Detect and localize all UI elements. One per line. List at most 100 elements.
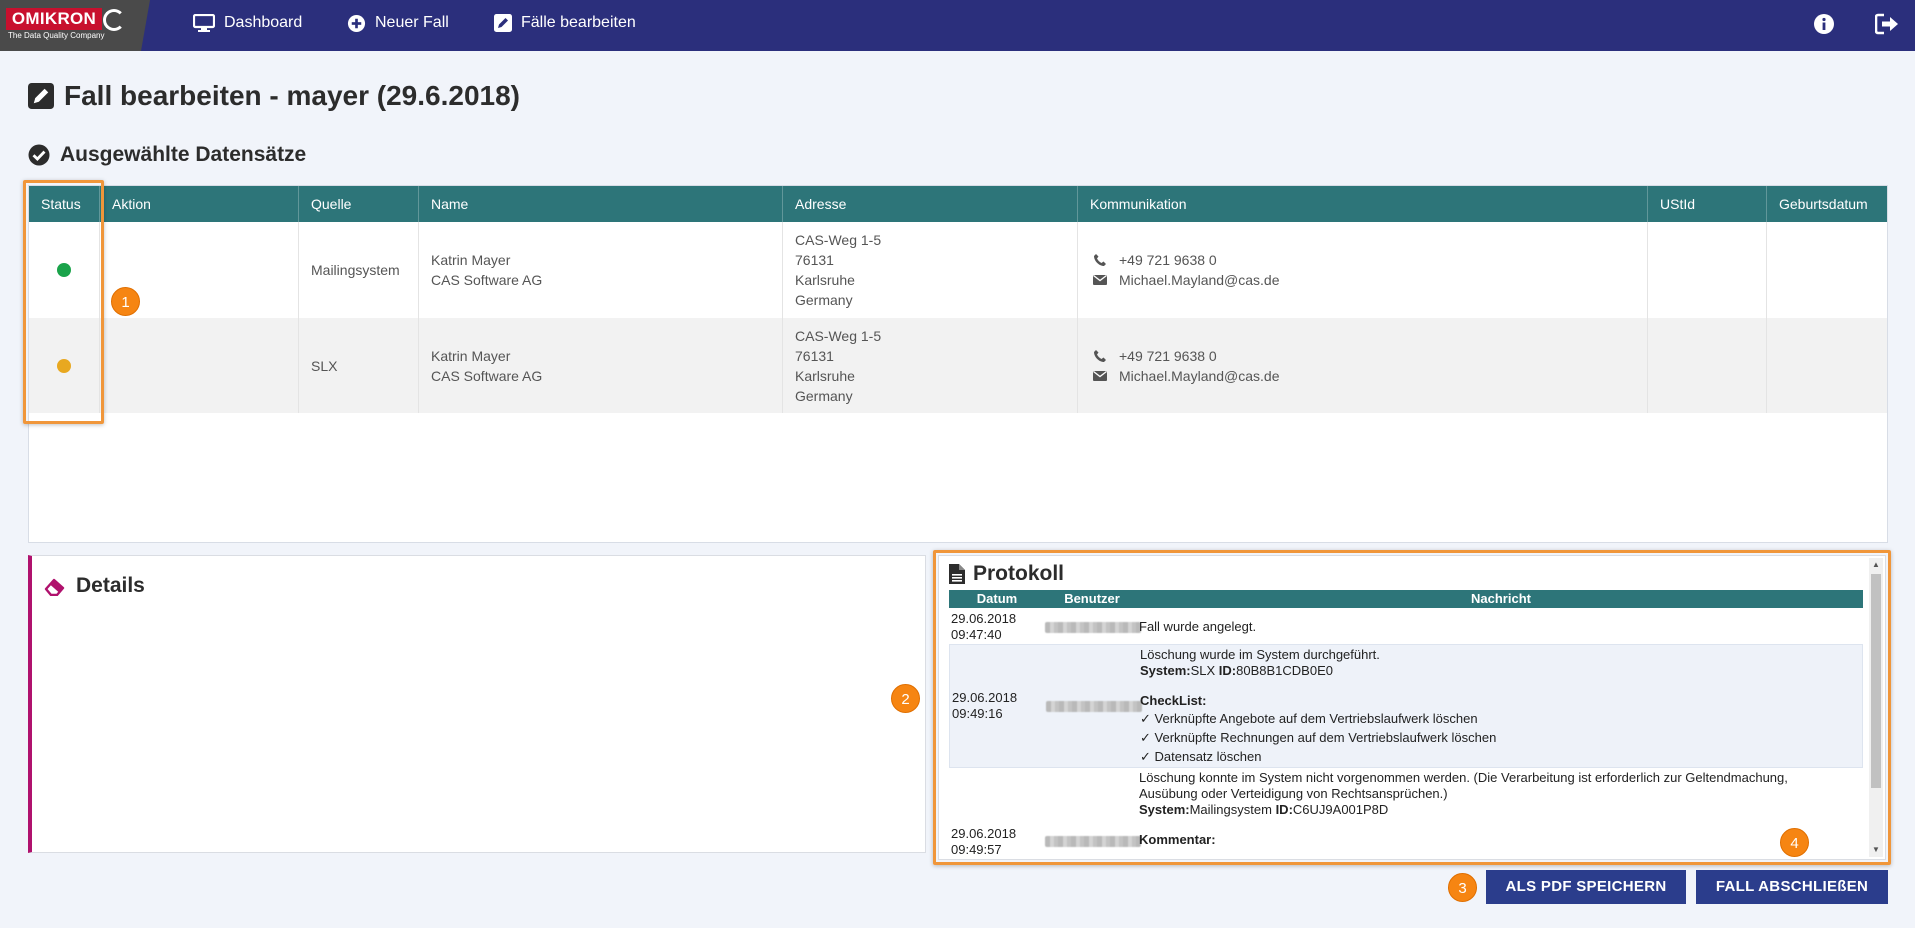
status-cell [29, 222, 100, 318]
callout-badge-1: 1 [111, 287, 140, 316]
eraser-icon [44, 578, 65, 596]
nav-item-neuer-fall[interactable]: Neuer Fall [347, 0, 449, 46]
column-header-adresse[interactable]: Adresse [783, 186, 1078, 222]
adresse-cell: CAS-Weg 1-5 76131 Karlsruhe Germany [783, 222, 1078, 318]
callout-badge-3: 3 [1448, 873, 1477, 902]
log-row: 29.06.2018 09:49:16 Löschung wurde im Sy… [949, 644, 1863, 768]
edit-icon [494, 14, 512, 32]
records-section-title: Ausgewählte Datensätze [28, 143, 306, 167]
system-label: System: [1140, 663, 1191, 678]
email-line: Michael.Mayland@cas.de [1093, 366, 1647, 386]
log-date: 29.06.2018 [951, 826, 1017, 841]
ustid-cell [1648, 222, 1767, 318]
log-message-cell: Fall wurde angelegt. [1139, 610, 1859, 644]
column-header-quelle[interactable]: Quelle [299, 186, 419, 222]
adresse-cell: CAS-Weg 1-5 76131 Karlsruhe Germany [783, 318, 1078, 413]
nav-item-label: Dashboard [224, 14, 303, 31]
log-user-cell [1045, 610, 1141, 644]
checklist-item: ✓ Verknüpfte Angebote auf dem Vertriebsl… [1140, 711, 1478, 726]
log-time: 09:49:57 [951, 842, 1002, 857]
protokoll-title: Protokoll [949, 562, 1064, 586]
protokoll-column-benutzer: Benutzer [1064, 591, 1120, 606]
column-header-aktion[interactable]: Aktion [100, 186, 299, 222]
records-section-label: Ausgewählte Datensätze [60, 143, 307, 166]
log-message-continued: Ausübung oder Verteidigung von Rechtsans… [1139, 786, 1448, 801]
log-row: 29.06.2018 09:47:40 Fall wurde angelegt. [949, 610, 1863, 644]
column-header-geburtsdatum[interactable]: Geburtsdatum [1767, 186, 1887, 222]
log-message: Löschung wurde im System durchgeführt. [1140, 647, 1380, 662]
id-value: 80B8B1CDB0E0 [1236, 663, 1333, 678]
system-value: SLX [1190, 663, 1216, 678]
details-title: Details [44, 574, 145, 598]
checklist-label: CheckList: [1140, 693, 1860, 709]
email-value[interactable]: Michael.Mayland@cas.de [1119, 366, 1280, 386]
callout-badge-2: 2 [891, 684, 920, 713]
kommunikation-cell: +49 721 9638 0 Michael.Mayland@cas.de [1078, 318, 1648, 413]
aktion-cell[interactable] [100, 318, 299, 413]
document-icon [949, 564, 965, 584]
envelope-icon [1093, 370, 1107, 381]
status-dot-yellow-icon [57, 358, 71, 373]
table-row[interactable]: Mailingsystem Katrin Mayer CAS Software … [29, 222, 1887, 318]
name-cell: Katrin Mayer CAS Software AG [419, 222, 783, 318]
column-header-name[interactable]: Name [419, 186, 783, 222]
page-title-text: Fall bearbeiten - mayer (29.6.2018) [64, 80, 520, 111]
brand-logo[interactable]: OMIKRON The Data Quality Company [0, 0, 150, 51]
scroll-up-arrow-icon[interactable]: ▲ [1872, 560, 1880, 569]
info-icon [1814, 14, 1834, 34]
status-cell [29, 318, 100, 413]
protokoll-column-datum: Datum [976, 591, 1018, 606]
column-header-ustid[interactable]: UStId [1648, 186, 1767, 222]
brand-name: OMIKRON [6, 8, 102, 30]
quelle-cell: Mailingsystem [299, 222, 419, 318]
scroll-down-arrow-icon[interactable]: ▼ [1872, 845, 1880, 854]
logout-button[interactable] [1874, 13, 1899, 40]
close-case-button[interactable]: FALL ABSCHLIEßEN [1696, 870, 1888, 904]
nav-item-dashboard[interactable]: Dashboard [193, 0, 302, 46]
redacted-user [1045, 836, 1141, 847]
save-as-pdf-button[interactable]: ALS PDF SPEICHERN [1486, 870, 1686, 904]
checklist-item: ✓ Verknüpfte Rechnungen auf dem Vertrieb… [1140, 730, 1497, 745]
phone-value: +49 721 9638 0 [1119, 347, 1217, 364]
edit-icon [28, 83, 54, 109]
page-title: Fall bearbeiten - mayer (29.6.2018) [28, 80, 520, 112]
street-line: CAS-Weg 1-5 [795, 232, 882, 248]
id-label: ID: [1218, 663, 1237, 678]
zip-line: 76131 [795, 347, 834, 364]
log-system-line: System:SLX ID:80B8B1CDB0E0 [1140, 663, 1860, 679]
country-line: Germany [795, 292, 853, 308]
log-time: 09:47:40 [951, 627, 1002, 642]
scrollbar-thumb[interactable] [1871, 574, 1881, 788]
info-button[interactable] [1813, 13, 1835, 40]
protokoll-panel[interactable]: Protokoll Datum Benutzer Nachricht 29.06… [938, 555, 1886, 860]
id-value: C6UJ9A001P8D [1292, 802, 1389, 817]
email-value[interactable]: Michael.Mayland@cas.de [1119, 270, 1280, 290]
phone-line: +49 721 9638 0 [1093, 346, 1647, 366]
system-label: System: [1139, 802, 1190, 817]
nav-item-label: Neuer Fall [375, 14, 449, 31]
column-header-status[interactable]: Status [29, 186, 100, 222]
protokoll-column-nachricht: Nachricht [1471, 591, 1531, 606]
top-navigation-bar: OMIKRON The Data Quality Company Dashboa… [0, 0, 1915, 51]
city-line: Karlsruhe [795, 367, 855, 384]
check-circle-icon [28, 144, 50, 166]
phone-value: +49 721 9638 0 [1119, 252, 1217, 268]
email-line: Michael.Mayland@cas.de [1093, 270, 1647, 290]
phone-icon [1094, 349, 1106, 362]
monitor-icon [193, 14, 215, 32]
log-date-cell: 29.06.2018 09:49:16 [952, 645, 1046, 767]
protokoll-title-text: Protokoll [973, 562, 1065, 585]
country-line: Germany [795, 387, 853, 404]
redacted-user [1045, 621, 1141, 633]
checklist-item: ✓ Datensatz löschen [1140, 749, 1262, 764]
name-cell: Katrin Mayer CAS Software AG [419, 318, 783, 413]
phone-icon [1094, 254, 1106, 266]
log-date: 29.06.2018 [952, 690, 1018, 705]
nav-item-faelle-bearbeiten[interactable]: Fälle bearbeiten [494, 0, 636, 46]
column-header-kommunikation[interactable]: Kommunikation [1078, 186, 1648, 222]
protokoll-scrollbar[interactable]: ▲ ▼ [1869, 558, 1883, 857]
table-row[interactable]: SLX Katrin Mayer CAS Software AG CAS-Weg… [29, 318, 1887, 413]
street-line: CAS-Weg 1-5 [795, 327, 882, 344]
comment-label: Kommentar: [1139, 832, 1859, 848]
kommunikation-cell: +49 721 9638 0 Michael.Mayland@cas.de [1078, 222, 1648, 318]
